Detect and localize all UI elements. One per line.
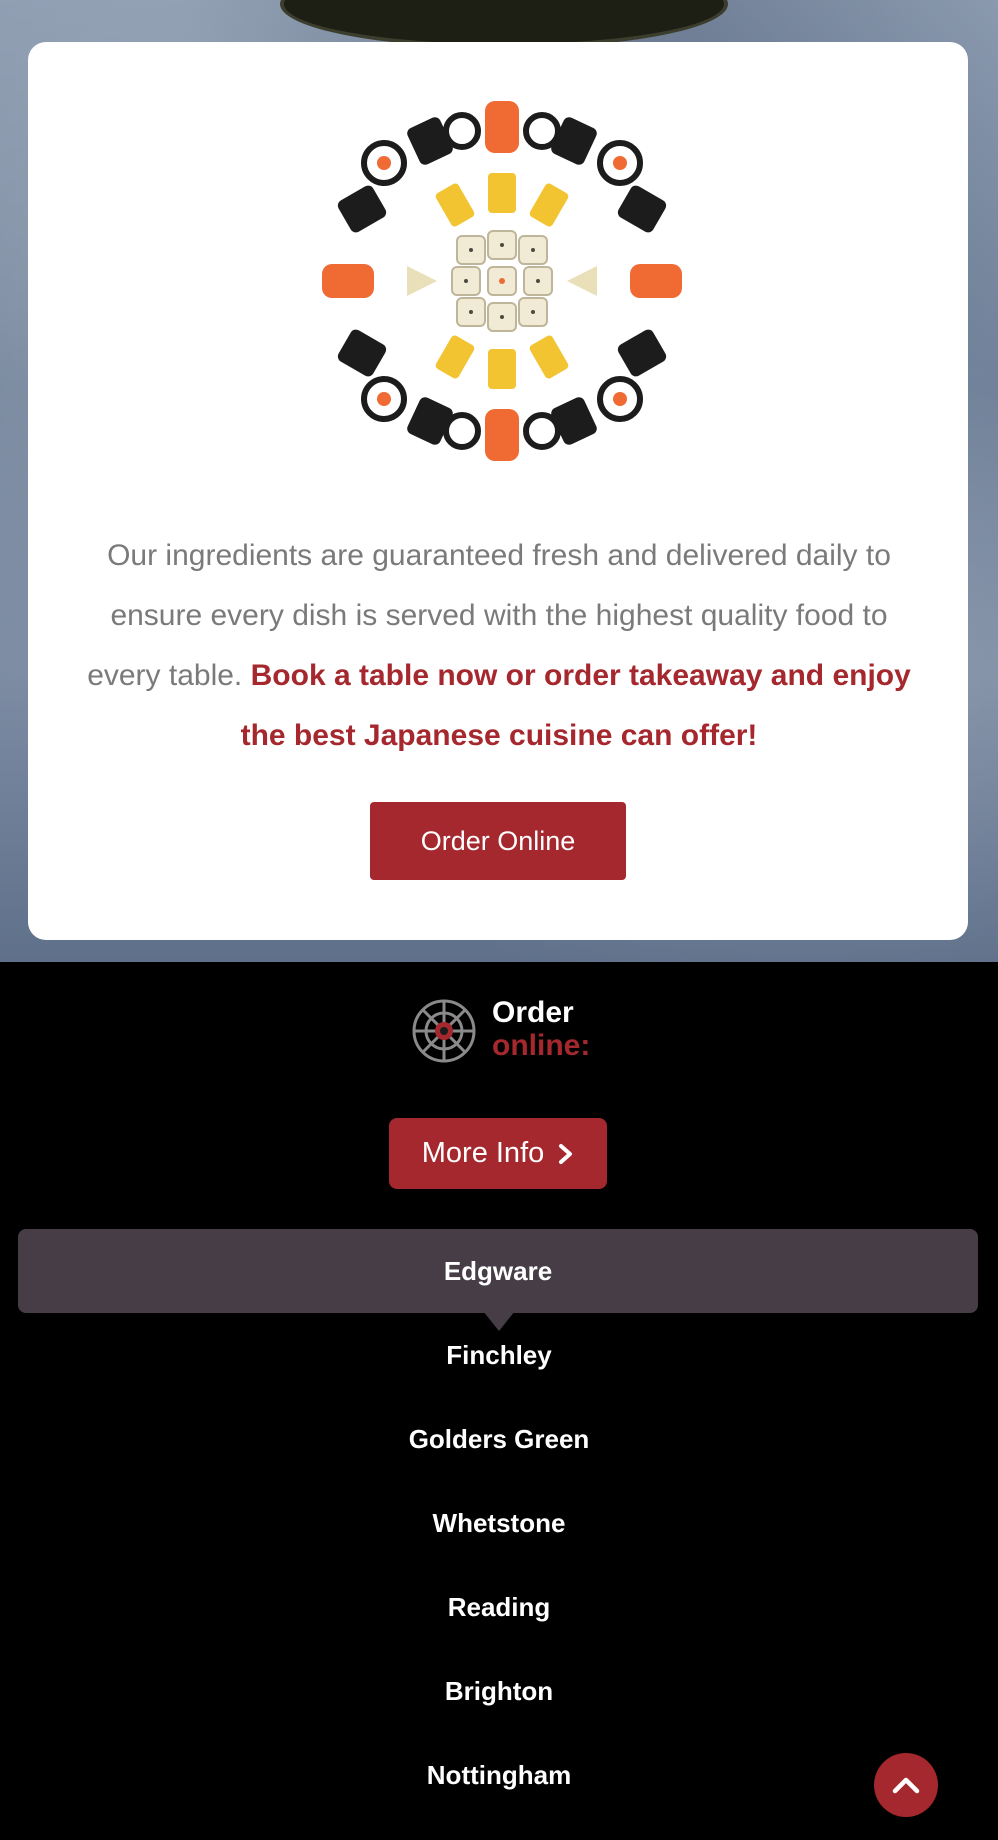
location-item-whetstone[interactable]: Whetstone <box>0 1481 998 1565</box>
sushi-platter-image <box>322 101 682 461</box>
intro-highlight: Book a table now or order takeaway and e… <box>240 659 911 752</box>
location-item-reading[interactable]: Reading <box>0 1565 998 1649</box>
scroll-to-top-button[interactable] <box>874 1753 938 1817</box>
location-item-nottingham[interactable]: Nottingham <box>0 1733 998 1817</box>
active-location-pointer <box>483 1311 515 1331</box>
more-info-button[interactable]: More Info <box>389 1118 607 1189</box>
logo-line-order: Order <box>492 996 574 1029</box>
logo-text: Order online: <box>492 996 590 1062</box>
mandala-logo-icon <box>412 999 476 1063</box>
location-item-brighton[interactable]: Brighton <box>0 1649 998 1733</box>
intro-paragraph: Our ingredients are guaranteed fresh and… <box>70 526 928 766</box>
logo-line-online: online: <box>492 1029 591 1062</box>
order-online-button[interactable]: Order Online <box>370 802 626 880</box>
location-item-golders-green[interactable]: Golders Green <box>0 1397 998 1481</box>
chevron-up-icon <box>892 1777 920 1794</box>
more-info-label: More Info <box>421 1137 545 1169</box>
location-item-edgware[interactable]: Edgware <box>18 1229 978 1313</box>
chevron-right-icon <box>559 1143 573 1164</box>
